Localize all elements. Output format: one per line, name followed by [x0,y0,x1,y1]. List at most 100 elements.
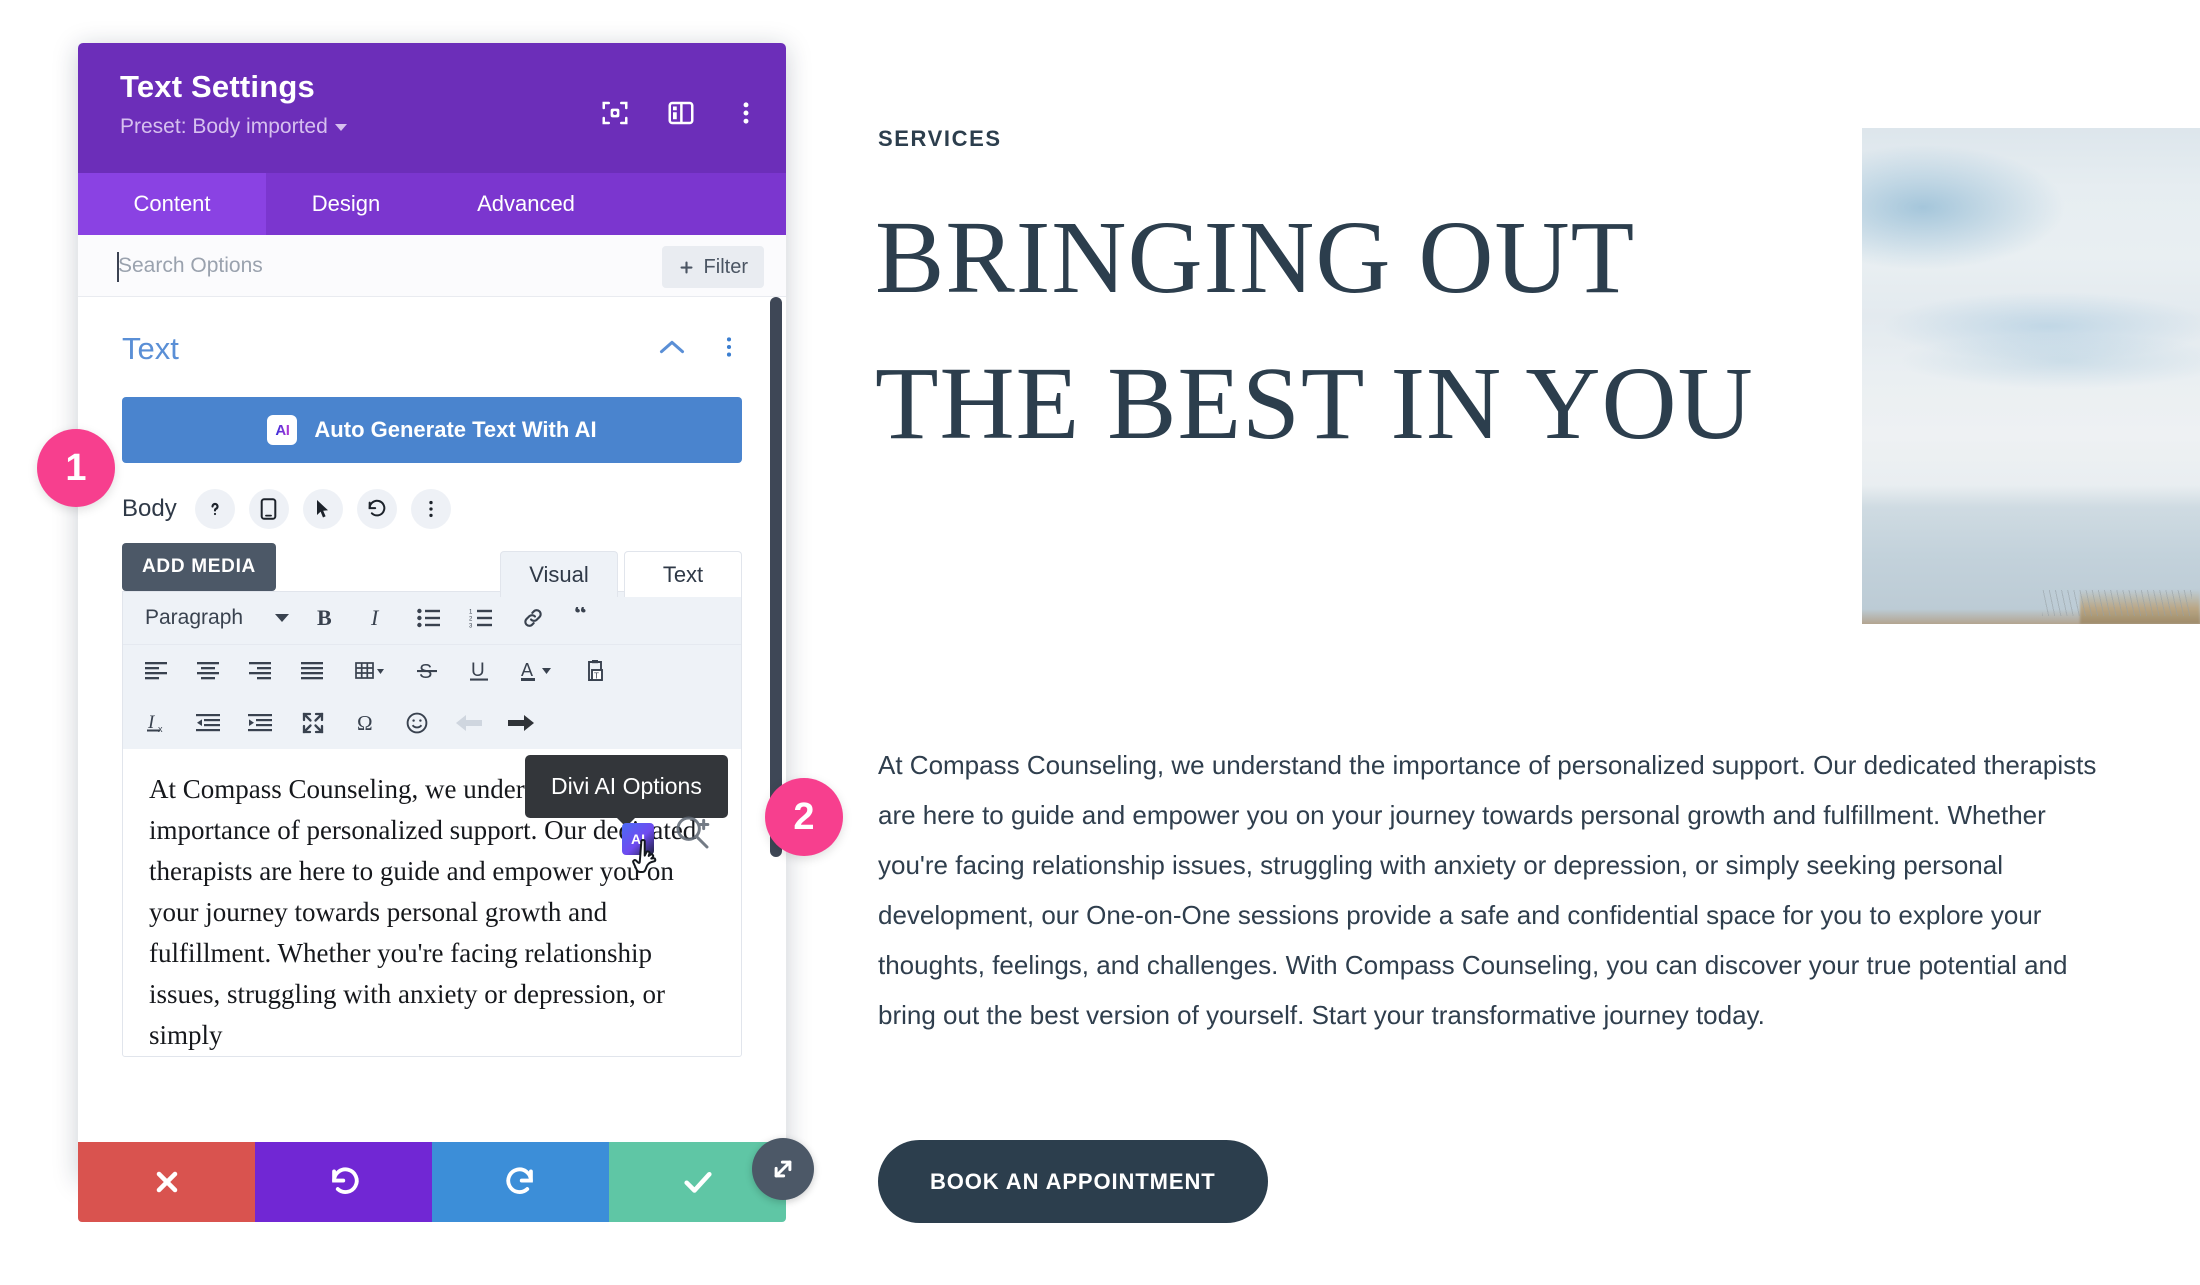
align-justify-icon[interactable] [287,649,339,693]
undo-arrow-icon[interactable] [443,701,495,745]
reset-undo-icon[interactable] [356,489,397,529]
plus-icon [680,260,693,274]
text-settings-modal: Text Settings Preset: Body imported Cont… [78,43,814,1222]
chevron-down-icon [275,613,289,622]
tab-design[interactable]: Design [266,173,426,235]
vertical-ellipsis-icon[interactable] [732,99,760,127]
paste-as-text-icon[interactable]: T [569,649,621,693]
preset-label: Preset: Body imported [120,115,328,138]
bold-icon[interactable]: B [299,596,351,640]
underline-icon[interactable]: U [453,649,505,693]
hover-cursor-icon[interactable] [302,489,343,529]
check-icon [683,1171,712,1193]
discard-changes-button[interactable] [78,1142,255,1222]
chevron-down-icon [334,123,347,131]
page-body-text: At Compass Counseling, we understand the… [878,750,2097,1030]
filter-label: Filter [703,255,748,278]
blockquote-icon[interactable]: “ [559,596,611,640]
body-field-row: Body [78,463,786,529]
resize-handle[interactable] [752,1138,814,1200]
align-right-icon[interactable] [235,649,287,693]
responsive-mobile-icon[interactable] [248,489,289,529]
editor-toolbar-row-1: Paragraph B I 1 2 3 “ [123,592,741,645]
special-character-icon[interactable]: Ω [339,701,391,745]
svg-text:1: 1 [469,609,473,615]
auto-generate-text-with-ai-button[interactable]: AI Auto Generate Text With AI [122,397,742,463]
paragraph-format-select[interactable]: Paragraph [131,596,299,640]
editor-top-row: ADD MEDIA Visual Text [78,529,786,597]
italic-icon[interactable]: I [351,596,403,640]
tab-content[interactable]: Content [78,173,266,235]
layout-panel-icon[interactable] [666,98,696,128]
table-icon[interactable] [339,649,401,693]
editor-toolbar-row-2: S U A [123,645,741,697]
editor-view-tabs: Visual Text [500,551,742,597]
redo-icon [505,1167,533,1194]
indent-icon[interactable] [235,701,287,745]
body-more-icon[interactable] [410,489,451,529]
svg-text:A: A [521,660,533,680]
tab-visual[interactable]: Visual [500,551,618,597]
ai-button-label: Auto Generate Text With AI [314,417,597,442]
svg-text:3: 3 [469,623,473,628]
svg-text:2: 2 [469,616,473,622]
paragraph-format-value: Paragraph [145,606,244,629]
modal-header: Text Settings Preset: Body imported [78,43,786,173]
x-icon [156,1171,177,1193]
options-scrollbar[interactable] [770,297,782,857]
fullscreen-icon[interactable] [287,701,339,745]
focus-target-icon[interactable] [600,98,630,128]
filter-button[interactable]: Filter [661,246,764,288]
align-left-icon[interactable] [131,649,183,693]
page-title: BRINGING OUT THE BEST IN YOU [875,200,1754,461]
hero-image-grass [2042,590,2192,616]
modal-header-icons [600,98,760,128]
undo-icon [331,1167,359,1194]
chevron-up-icon[interactable] [658,338,686,361]
divi-ai-options-tooltip: Divi AI Options [525,755,728,818]
redo-arrow-icon[interactable] [495,701,547,745]
section-more-icon[interactable] [716,334,742,365]
tab-advanced[interactable]: Advanced [426,173,626,235]
text-caret [117,252,119,282]
ai-chip-icon: AI [267,415,298,445]
preset-selector[interactable]: Preset: Body imported [120,115,347,139]
help-icon[interactable] [194,489,235,529]
modal-options-body: Text AI Auto Generate Text With AI Body … [78,297,786,1142]
redo-button[interactable] [432,1142,609,1222]
editor-toolbar-row-3: I x Ω [123,697,741,749]
numbered-list-icon[interactable]: 1 2 3 [455,596,507,640]
svg-text:U: U [471,660,485,681]
svg-text:x: x [158,724,163,734]
undo-button[interactable] [255,1142,432,1222]
svg-text:“: “ [574,607,587,628]
page-eyebrow: SERVICES [878,126,1002,151]
add-media-button[interactable]: ADD MEDIA [122,543,276,591]
svg-text:Ω: Ω [357,711,373,735]
strikethrough-icon[interactable]: S [401,649,453,693]
modal-action-bar [78,1142,786,1222]
align-center-icon[interactable] [183,649,235,693]
search-options-bar: Filter [78,235,786,297]
link-icon[interactable] [507,596,559,640]
modal-tabs: Content Design Advanced [78,173,786,235]
outdent-icon[interactable] [183,701,235,745]
search-input[interactable] [118,253,678,278]
section-title: Text [122,331,179,366]
book-an-appointment-button[interactable]: BOOK AN APPOINTMENT [878,1140,1268,1223]
mouse-cursor-pointer-icon [630,838,668,889]
text-color-icon[interactable]: A [505,649,569,693]
clear-formatting-icon[interactable]: I x [131,701,183,745]
step-badge-1: 1 [37,429,115,507]
svg-text:B: B [317,606,332,630]
svg-text:T: T [594,672,599,681]
tab-text[interactable]: Text [624,551,742,597]
step-badge-2: 2 [765,778,843,856]
zoom-in-icon [672,812,712,857]
bulleted-list-icon[interactable] [403,596,455,640]
body-field-label: Body [122,495,177,522]
text-section-header: Text [78,297,786,367]
emoji-icon[interactable] [391,701,443,745]
diagonal-resize-icon [774,1160,792,1178]
hero-image [1862,128,2200,624]
